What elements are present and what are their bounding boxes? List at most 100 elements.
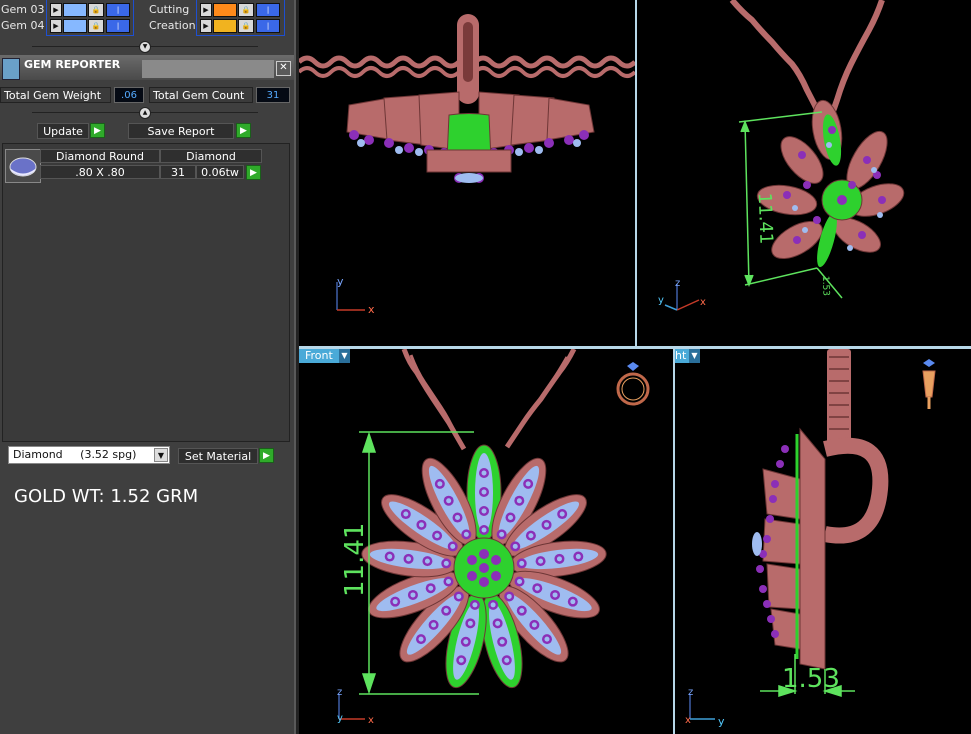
report-header-shape: Diamond Round <box>40 149 160 163</box>
report-row-play-icon[interactable]: ▶ <box>246 165 261 180</box>
play-icon[interactable]: ▶ <box>50 3 62 17</box>
axis-x: x <box>685 715 691 726</box>
chevron-down-icon[interactable]: ▼ <box>154 448 168 462</box>
gem-prong <box>479 577 489 587</box>
gem-prong <box>491 555 501 565</box>
gem-stone <box>516 498 522 504</box>
gem-stone <box>544 522 550 528</box>
tab-front[interactable]: Front <box>299 349 339 363</box>
dimension-height: 11.41 <box>754 192 777 244</box>
save-report-play-icon[interactable]: ▶ <box>236 123 251 138</box>
play-icon[interactable]: ▶ <box>50 19 62 33</box>
update-play-icon[interactable]: ▶ <box>90 123 105 138</box>
layer-row-cutting[interactable]: Cutting ▶ 🔒 | <box>148 3 288 18</box>
gem-stone <box>481 470 487 476</box>
save-report-button[interactable]: Save Report <box>128 123 234 139</box>
chevron-down-icon[interactable]: ▼ <box>339 349 350 363</box>
front-view-canvas: 11.41 z y x <box>337 349 650 726</box>
lock-icon[interactable]: 🔒 <box>238 3 254 17</box>
set-material-button[interactable]: Set Material <box>178 448 258 464</box>
gem-stone <box>575 554 581 560</box>
layer-color-swatch[interactable] <box>63 19 87 33</box>
close-icon[interactable]: ✕ <box>276 61 291 76</box>
left-panel: Gem 03 ▶ 🔒 | Gem 04 ▶ 🔒 | Cutting ▶ 🔒 | … <box>0 0 296 734</box>
gem-stone <box>403 511 409 517</box>
collapse-up-icon[interactable]: ▲ <box>139 107 151 119</box>
total-gem-weight-label: Total Gem Weight <box>0 87 111 103</box>
viewport-perspective[interactable]: 11.41 1.53 z y x <box>637 0 971 346</box>
gem-stone <box>437 481 443 487</box>
gem-report-table <box>2 143 290 442</box>
gem-stone <box>481 508 487 514</box>
layer-row-gem03[interactable]: Gem 03 ▶ 🔒 | <box>0 3 140 18</box>
gem-stone <box>443 608 449 614</box>
gem-stone <box>538 558 544 564</box>
visibility-toggle[interactable]: | <box>106 19 130 33</box>
layer-name: Cutting <box>149 3 190 16</box>
header-field <box>142 60 274 78</box>
gem-stone <box>499 531 505 537</box>
axis-x: x <box>368 303 375 316</box>
report-cell-weight: 0.06tw <box>196 165 244 179</box>
diamond-gem-icon <box>5 149 41 183</box>
viewport-right[interactable]: 1.53 z x y ht ▼ <box>675 349 971 734</box>
axis-y: y <box>337 275 344 288</box>
set-material-play-icon[interactable]: ▶ <box>259 448 274 463</box>
layer-row-gem04[interactable]: Gem 04 ▶ 🔒 | <box>0 19 140 34</box>
visibility-toggle[interactable]: | <box>256 3 280 17</box>
collapse-up-icon[interactable]: ▼ <box>139 41 151 53</box>
lock-icon[interactable]: 🔒 <box>88 3 104 17</box>
play-icon[interactable]: ▶ <box>200 19 212 33</box>
gem-stone <box>519 560 525 566</box>
report-cell-size: .80 X .80 <box>40 165 160 179</box>
viewport-front[interactable]: 11.41 z y x Front ▼ <box>299 349 673 734</box>
dimension-height: 11.41 <box>340 523 370 597</box>
play-icon[interactable]: ▶ <box>200 3 212 17</box>
tab-right[interactable]: ht <box>675 349 689 363</box>
lock-icon[interactable]: 🔒 <box>238 19 254 33</box>
ring-icon[interactable] <box>616 362 650 406</box>
gem-stone <box>450 543 456 549</box>
gem-stone <box>490 602 496 608</box>
gem-prong <box>491 571 501 581</box>
lock-icon[interactable]: 🔒 <box>88 19 104 33</box>
gem-stone <box>506 593 512 599</box>
axis-x: x <box>368 715 374 726</box>
gem-stone <box>458 657 464 663</box>
axis-z: z <box>337 687 342 698</box>
layer-color-swatch[interactable] <box>213 19 237 33</box>
gem-stone <box>495 620 501 626</box>
right-view-canvas: 1.53 z x y <box>685 349 936 728</box>
total-gem-count-value: 31 <box>256 87 290 103</box>
layer-name: Creation <box>149 19 196 32</box>
gem-prong <box>479 563 489 573</box>
axis-y: y <box>658 295 664 306</box>
panel-title: GEM REPORTER <box>24 58 121 71</box>
visibility-toggle[interactable]: | <box>256 19 280 33</box>
viewport-top[interactable]: y x <box>299 0 635 346</box>
pendant-icon[interactable] <box>922 359 936 409</box>
update-button[interactable]: Update <box>37 123 89 139</box>
gem-stone <box>472 602 478 608</box>
gem-stone <box>481 527 487 533</box>
layer-row-creation[interactable]: Creation ▶ 🔒 | <box>148 19 288 34</box>
gem-stone <box>556 556 562 562</box>
gem-stone <box>434 533 440 539</box>
chevron-down-icon[interactable]: ▼ <box>689 349 700 363</box>
gem-stone <box>499 639 505 645</box>
layer-color-swatch[interactable] <box>63 3 87 17</box>
axis-y: y <box>337 713 343 724</box>
layer-color-swatch[interactable] <box>213 3 237 17</box>
visibility-toggle[interactable]: | <box>106 3 130 17</box>
gem-stone <box>570 599 576 605</box>
gem-stone <box>552 592 558 598</box>
gem-stone <box>512 543 518 549</box>
gem-stone <box>455 515 461 521</box>
material-select[interactable]: Diamond (3.52 spg) ▼ <box>8 446 170 464</box>
gem-stone <box>406 556 412 562</box>
dimension-depth: 1.53 <box>782 664 840 694</box>
gem-stone <box>467 620 473 626</box>
gem-stone <box>528 533 534 539</box>
gem-stone <box>443 560 449 566</box>
gem-stone <box>519 608 525 614</box>
